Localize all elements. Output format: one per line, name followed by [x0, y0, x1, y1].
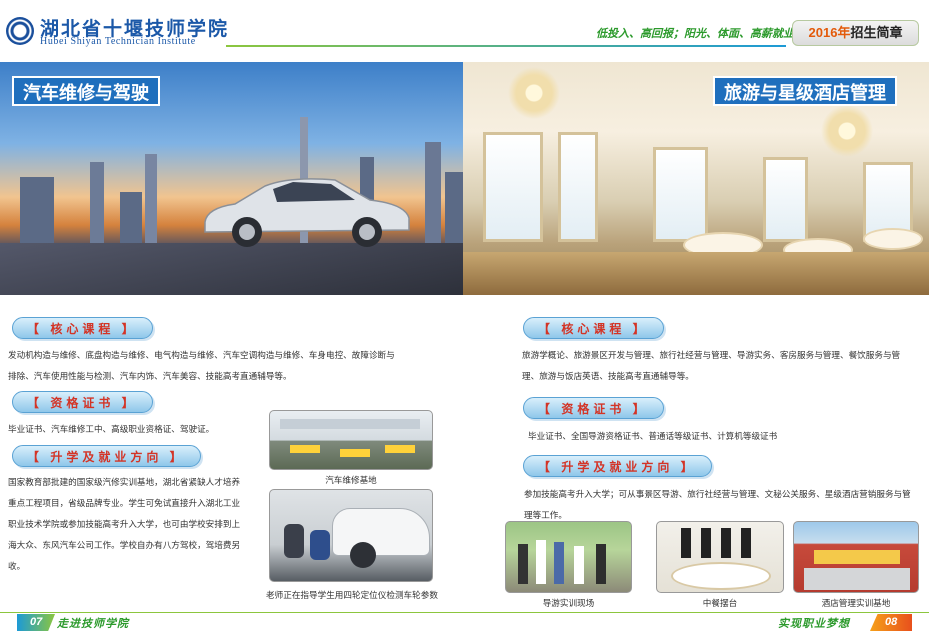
- left-career-text: 国家教育部批建的国家级汽修实训基地，湖北省紧缺人才培养 重点工程项目，省级品牌专…: [8, 472, 258, 577]
- slogan: 低投入、高回报；阳光、体面、高薪就业: [596, 28, 794, 40]
- right-core-courses-header: 【 核心课程 】: [523, 317, 664, 339]
- header-divider: [226, 45, 786, 47]
- school-name-en: Hubei Shiyan Technician Institute: [40, 36, 196, 47]
- brochure-year: 2016年: [808, 25, 851, 40]
- photo-auto-workshop-caption: 汽车维修基地: [325, 475, 377, 485]
- photo-table-setting: [656, 521, 784, 593]
- left-core-courses-header: 【 核心课程 】: [12, 317, 153, 339]
- page-number-left: 07: [17, 614, 55, 631]
- left-certificates-text: 毕业证书、汽车维修工中、高级职业资格证、驾驶证。: [8, 424, 215, 434]
- right-certificates-header: 【 资格证书 】: [523, 397, 664, 419]
- photo-tour-guide-training: [505, 521, 632, 593]
- left-certificates-header: 【 资格证书 】: [12, 391, 153, 413]
- left-career-line-3: 职业技术学院或参加技能高考升入大学，也可由学校安排到上: [8, 519, 241, 529]
- right-core-courses-text: 旅游学概论、旅游景区开发与管理、旅行社经营与管理、导游实务、客房服务与管理、餐饮…: [522, 345, 922, 387]
- right-career-line-1: 参加技能高考升入大学；可从事景区导游、旅行社经营与管理、文秘公关服务、星级酒店营…: [524, 489, 911, 499]
- left-core-line-2: 排除、汽车使用性能与检测、汽车内饰、汽车美容、技能高考直通辅导等。: [8, 371, 292, 381]
- page-header: 湖北省十堰技师学院 Hubei Shiyan Technician Instit…: [0, 0, 929, 54]
- school-logo-icon: [6, 17, 34, 45]
- brochure-badge: 2016年招生简章: [792, 20, 919, 46]
- footer-divider: [0, 612, 929, 613]
- left-career-line-2: 重点工程项目，省级品牌专业。学生可免试直接升入湖北工业: [8, 498, 241, 508]
- car-illustration: [204, 178, 410, 247]
- page-number-right: 08: [870, 614, 912, 631]
- hero-title-hotel: 旅游与星级酒店管理: [713, 76, 897, 106]
- photo-wheel-alignment: [269, 489, 433, 582]
- photo-hotel-base-caption: 酒店管理实训基地: [821, 598, 891, 608]
- photo-wheel-alignment-caption: 老师正在指导学生用四轮定位仪检测车轮参数: [266, 590, 438, 600]
- photo-hotel-training-base: [793, 521, 919, 593]
- left-career-header: 【 升学及就业方向 】: [12, 445, 201, 467]
- left-career-line-4: 海大众、东风汽车公司工作。学校自办有八方驾校，驾培费另: [8, 540, 241, 550]
- hero-title-auto: 汽车维修与驾驶: [12, 76, 160, 106]
- left-core-courses-text: 发动机构造与维修、底盘构造与维修、电气构造与维修、汽车空调构造与维修、车身电控、…: [8, 345, 458, 387]
- photo-table-setting-caption: 中餐摆台: [702, 598, 738, 608]
- left-career-line-5: 收。: [8, 561, 26, 571]
- footer-slogan-left: 走进技师学院: [57, 618, 129, 630]
- footer-slogan-right: 实现职业梦想: [778, 618, 850, 630]
- right-career-header: 【 升学及就业方向 】: [523, 455, 712, 477]
- brochure-label: 招生简章: [850, 25, 903, 40]
- right-core-line-1: 旅游学概论、旅游景区开发与管理、旅行社经营与管理、导游实务、客房服务与管理、餐饮…: [522, 350, 901, 360]
- left-career-line-1: 国家教育部批建的国家级汽修实训基地，湖北省紧缺人才培养: [8, 477, 241, 487]
- right-certificates-text: 毕业证书、全国导游资格证书、普通话等级证书、计算机等级证书: [528, 431, 778, 441]
- left-core-line-1: 发动机构造与维修、底盘构造与维修、电气构造与维修、汽车空调构造与维修、车身电控、…: [8, 350, 395, 360]
- photo-tour-guide-caption: 导游实训现场: [542, 598, 595, 608]
- hero-image-hotel: 旅游与星级酒店管理: [463, 62, 929, 295]
- photo-auto-workshop: [269, 410, 433, 470]
- right-core-line-2: 理、旅游与饭店英语、技能高考直通辅导等。: [522, 371, 694, 381]
- hero-image-auto: 汽车维修与驾驶: [0, 62, 463, 295]
- right-career-text: 参加技能高考升入大学；可从事景区导游、旅行社经营与管理、文秘公关服务、星级酒店营…: [524, 484, 924, 526]
